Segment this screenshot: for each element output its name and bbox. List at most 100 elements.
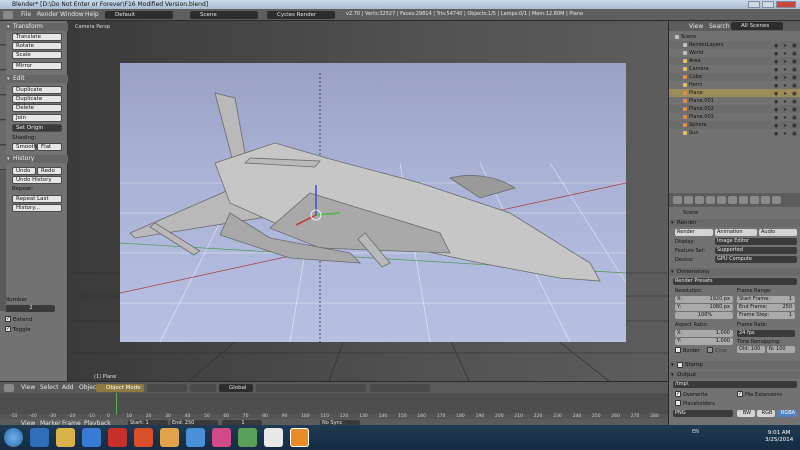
outliner-item[interactable]: Scene: [669, 33, 800, 41]
output-panel-header[interactable]: Output: [669, 371, 800, 379]
display-selector[interactable]: Image Editor: [715, 238, 797, 245]
repeat-last-button[interactable]: Repeat Last: [12, 195, 62, 203]
redo-button[interactable]: Redo: [37, 167, 62, 175]
outliner-item[interactable]: Cube ◉ ➤ ▣: [669, 73, 800, 81]
duplicate-button[interactable]: Duplicate: [12, 86, 62, 94]
blender-icon[interactable]: [290, 428, 309, 447]
join-button[interactable]: Join: [12, 114, 62, 122]
layer-buttons[interactable]: [256, 384, 366, 392]
maximize-button[interactable]: [762, 1, 774, 8]
menu-render[interactable]: Render: [37, 11, 58, 18]
edit-panel-header[interactable]: Edit: [6, 75, 68, 83]
extend-checkbox[interactable]: ✓: [5, 316, 11, 322]
tab-physics[interactable]: [0, 121, 6, 145]
resolution-x-field[interactable]: X: 1920 px: [675, 296, 733, 303]
menu-view[interactable]: View: [21, 384, 35, 391]
internet-explorer-icon[interactable]: [30, 428, 49, 447]
feature-set-selector[interactable]: Supported: [715, 247, 797, 254]
system-clock[interactable]: 9:01 AM 3/25/2014: [765, 430, 793, 444]
format-rgb-button[interactable]: RGB: [757, 410, 775, 417]
start-frame-prop[interactable]: Start Frame: 1: [737, 296, 795, 303]
outliner-item[interactable]: Sun ◉ ➤ ▣: [669, 129, 800, 137]
windows-media-icon[interactable]: [82, 428, 101, 447]
time-new-field[interactable]: N: 100: [767, 346, 795, 353]
outliner-menu-search[interactable]: Search: [709, 23, 730, 30]
shading-buttons[interactable]: [147, 384, 187, 392]
set-origin-dropdown[interactable]: Set Origin: [12, 124, 62, 132]
tab-relations[interactable]: [0, 71, 6, 95]
world-tab-icon[interactable]: [706, 196, 715, 204]
modifiers-tab-icon[interactable]: [739, 196, 748, 204]
format-rgba-button[interactable]: RGBA: [777, 410, 797, 417]
tab-create[interactable]: [0, 46, 6, 70]
file-explorer-icon[interactable]: [56, 428, 75, 447]
timeline-area[interactable]: [0, 393, 668, 419]
snap-buttons[interactable]: [370, 384, 430, 392]
mirror-button[interactable]: Mirror: [12, 62, 62, 70]
aircraft-model[interactable]: [120, 63, 626, 342]
view3d-editor-icon[interactable]: [4, 384, 14, 392]
border-checkbox[interactable]: [675, 347, 681, 353]
constraints-tab-icon[interactable]: [728, 196, 737, 204]
outliner-item[interactable]: Plane.001 ◉ ➤ ▣: [669, 97, 800, 105]
close-button[interactable]: [776, 1, 796, 8]
file-extensions-checkbox[interactable]: ✓: [737, 391, 743, 397]
menu-window[interactable]: Window: [60, 11, 84, 18]
time-old-field[interactable]: Old: 100: [737, 346, 765, 353]
resolution-y-field[interactable]: Y: 1080 px: [675, 304, 733, 311]
render-panel-header[interactable]: Render: [669, 219, 800, 227]
aspect-y-field[interactable]: Y: 1.000: [675, 338, 733, 345]
audio-button[interactable]: Audio: [759, 229, 797, 236]
aspect-x-field[interactable]: X: 1.000: [675, 330, 733, 337]
frame-step-prop[interactable]: Frame Step: 1: [737, 312, 795, 319]
menu-help[interactable]: Help: [85, 11, 99, 18]
outliner-item[interactable]: World ◉ ➤ ▣: [669, 49, 800, 57]
toggle-checkbox[interactable]: ✓: [5, 326, 11, 332]
outliner-item[interactable]: Plane.003 ◉ ➤ ▣: [669, 113, 800, 121]
render-layers-tab-icon[interactable]: [684, 196, 693, 204]
app-icon[interactable]: [134, 428, 153, 447]
outliner-item[interactable]: Area ◉ ➤ ▣: [669, 57, 800, 65]
menu-select[interactable]: Select: [40, 384, 59, 391]
undo-history-button[interactable]: Undo History: [12, 176, 62, 184]
undo-button[interactable]: Undo: [12, 167, 36, 175]
minimize-button[interactable]: [748, 1, 760, 8]
outliner-item[interactable]: Hemi ◉ ➤ ▣: [669, 81, 800, 89]
resolution-percent-field[interactable]: 100%: [675, 312, 733, 319]
history-panel-header[interactable]: History: [6, 155, 68, 163]
delete-button[interactable]: Delete: [12, 104, 62, 112]
placeholders-checkbox[interactable]: [675, 400, 681, 406]
menu-file[interactable]: File: [21, 11, 31, 18]
render-presets-selector[interactable]: Render Presets: [673, 278, 797, 285]
output-path-field[interactable]: /tmp\: [673, 381, 797, 388]
device-selector[interactable]: GPU Compute: [715, 256, 797, 263]
chrome-icon[interactable]: [186, 428, 205, 447]
render-engine-selector[interactable]: Cycles Render: [267, 11, 335, 19]
duplicate-linked-button[interactable]: Duplicate Linked: [12, 95, 62, 109]
render-button[interactable]: Render: [675, 229, 713, 236]
pivot-buttons[interactable]: [190, 384, 216, 392]
texture-tab-icon[interactable]: [772, 196, 781, 204]
cursor-icon[interactable]: ➤: [783, 130, 787, 138]
scale-button[interactable]: Scale: [12, 51, 62, 59]
object-tab-icon[interactable]: [717, 196, 726, 204]
mode-selector[interactable]: Object Mode: [96, 384, 144, 392]
tab-tools[interactable]: [0, 21, 6, 45]
stamp-panel-header[interactable]: Stamp: [669, 361, 800, 369]
file-format-selector[interactable]: PNG: [673, 410, 733, 417]
outliner-item[interactable]: RenderLayers ◉ ➤ ▣: [669, 41, 800, 49]
number-field[interactable]: 2: [5, 305, 55, 312]
language-indicator[interactable]: EN: [692, 429, 699, 435]
flash-icon[interactable]: [108, 428, 127, 447]
scene-tab-icon[interactable]: [695, 196, 704, 204]
outliner-item[interactable]: Plane.002 ◉ ➤ ▣: [669, 105, 800, 113]
translate-button[interactable]: Translate: [12, 33, 62, 41]
overwrite-checkbox[interactable]: ✓: [675, 391, 681, 397]
camera-render-icon[interactable]: ▣: [792, 130, 797, 138]
render-tab-icon[interactable]: [673, 196, 682, 204]
outliner-item[interactable]: Plane ◉ ➤ ▣: [669, 89, 800, 97]
outliner-menu-view[interactable]: View: [689, 23, 703, 30]
tab-animation[interactable]: [0, 96, 6, 120]
firefox-icon[interactable]: [160, 428, 179, 447]
3d-viewport[interactable]: Camera Persp (1) Plane: [69, 21, 668, 381]
